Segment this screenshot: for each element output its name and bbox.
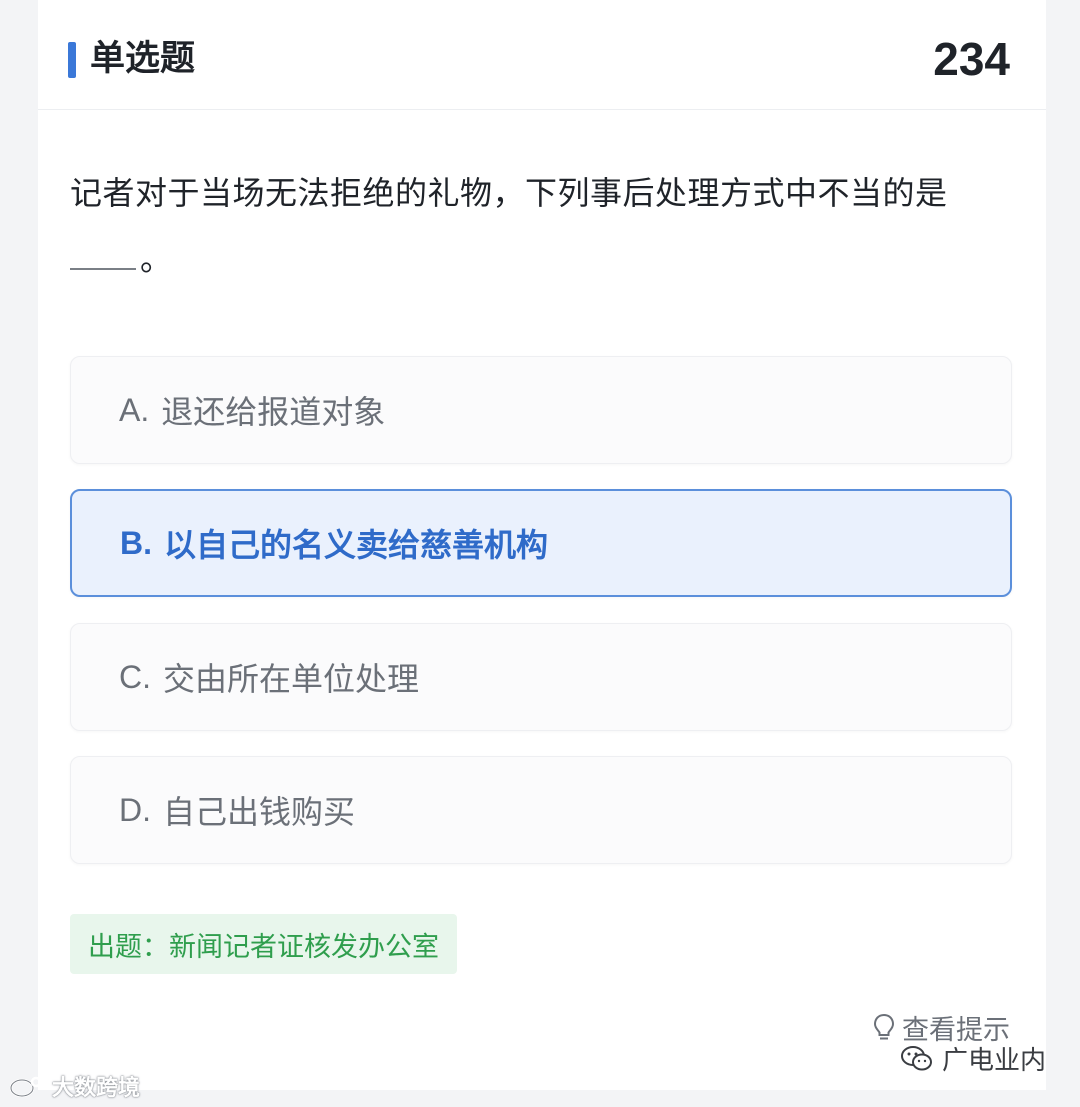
- question-card: 单选题 234 记者对于当场无法拒绝的礼物，下列事后处理方式中不当的是 。 A.…: [38, 0, 1046, 1090]
- option-letter: D.: [119, 791, 151, 828]
- question-number: 234: [933, 33, 1010, 85]
- option-b[interactable]: B. 以自己的名义卖给慈善机构: [70, 489, 1012, 597]
- answer-blank: [70, 242, 136, 270]
- option-text: 以自己的名义卖给慈善机构: [164, 526, 549, 564]
- accent-bar: [68, 42, 76, 78]
- option-letter: C.: [119, 658, 151, 695]
- watermark-right: 广电业内: [900, 1040, 1046, 1077]
- weibo-icon: [9, 1076, 48, 1098]
- option-text: 自己出钱购买: [163, 793, 356, 831]
- option-text: 交由所在单位处理: [163, 660, 420, 698]
- option-text: 退还给报道对象: [161, 393, 386, 431]
- lightbulb-icon: [873, 1013, 895, 1039]
- option-a[interactable]: A. 退还给报道对象: [70, 356, 1012, 464]
- question-text: 记者对于当场无法拒绝的礼物，下列事后处理方式中不当的是 。: [70, 160, 1020, 292]
- question-tail: 。: [140, 240, 173, 278]
- option-c[interactable]: C. 交由所在单位处理: [70, 623, 1012, 731]
- watermark-left-text: 大数跨境: [52, 1076, 141, 1101]
- question-header: 单选题 234: [38, 0, 1046, 110]
- watermark-right-text: 广电业内: [942, 1046, 1047, 1076]
- option-letter: A.: [119, 391, 150, 428]
- option-letter: B.: [120, 524, 152, 561]
- question-type-label: 单选题: [90, 39, 196, 79]
- source-badge: 出题：新闻记者证核发办公室: [70, 914, 457, 974]
- watermark-left: 大数跨境: [8, 1070, 140, 1102]
- option-d[interactable]: D. 自己出钱购买: [70, 756, 1012, 864]
- question-stem: 记者对于当场无法拒绝的礼物，下列事后处理方式中不当的是: [70, 174, 948, 212]
- wechat-icon: [901, 1045, 932, 1070]
